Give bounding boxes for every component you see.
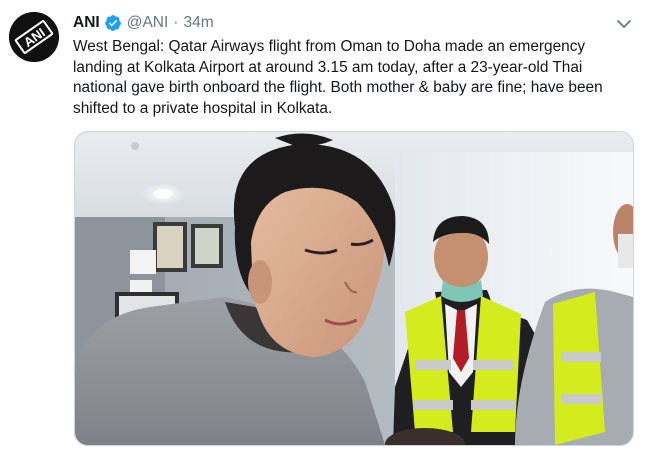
tweet-header: ANI @ANI · 34m xyxy=(73,13,214,33)
timestamp[interactable]: 34m xyxy=(183,14,213,32)
separator-dot: · xyxy=(173,14,179,31)
avatar[interactable]: ANI xyxy=(9,12,59,62)
verified-badge-icon xyxy=(104,14,122,32)
photo-image xyxy=(75,132,633,445)
tweet-text: West Bengal: Qatar Airways flight from O… xyxy=(73,38,603,117)
tweet-photo[interactable] xyxy=(74,131,634,446)
author-handle[interactable]: @ANI xyxy=(127,14,169,32)
chevron-down-icon[interactable] xyxy=(612,13,636,35)
tweet[interactable]: ANI ANI @ANI · 34m West Bengal: Qatar Ai… xyxy=(0,0,648,452)
ani-logo: ANI xyxy=(9,12,59,62)
author-name[interactable]: ANI xyxy=(73,14,100,32)
